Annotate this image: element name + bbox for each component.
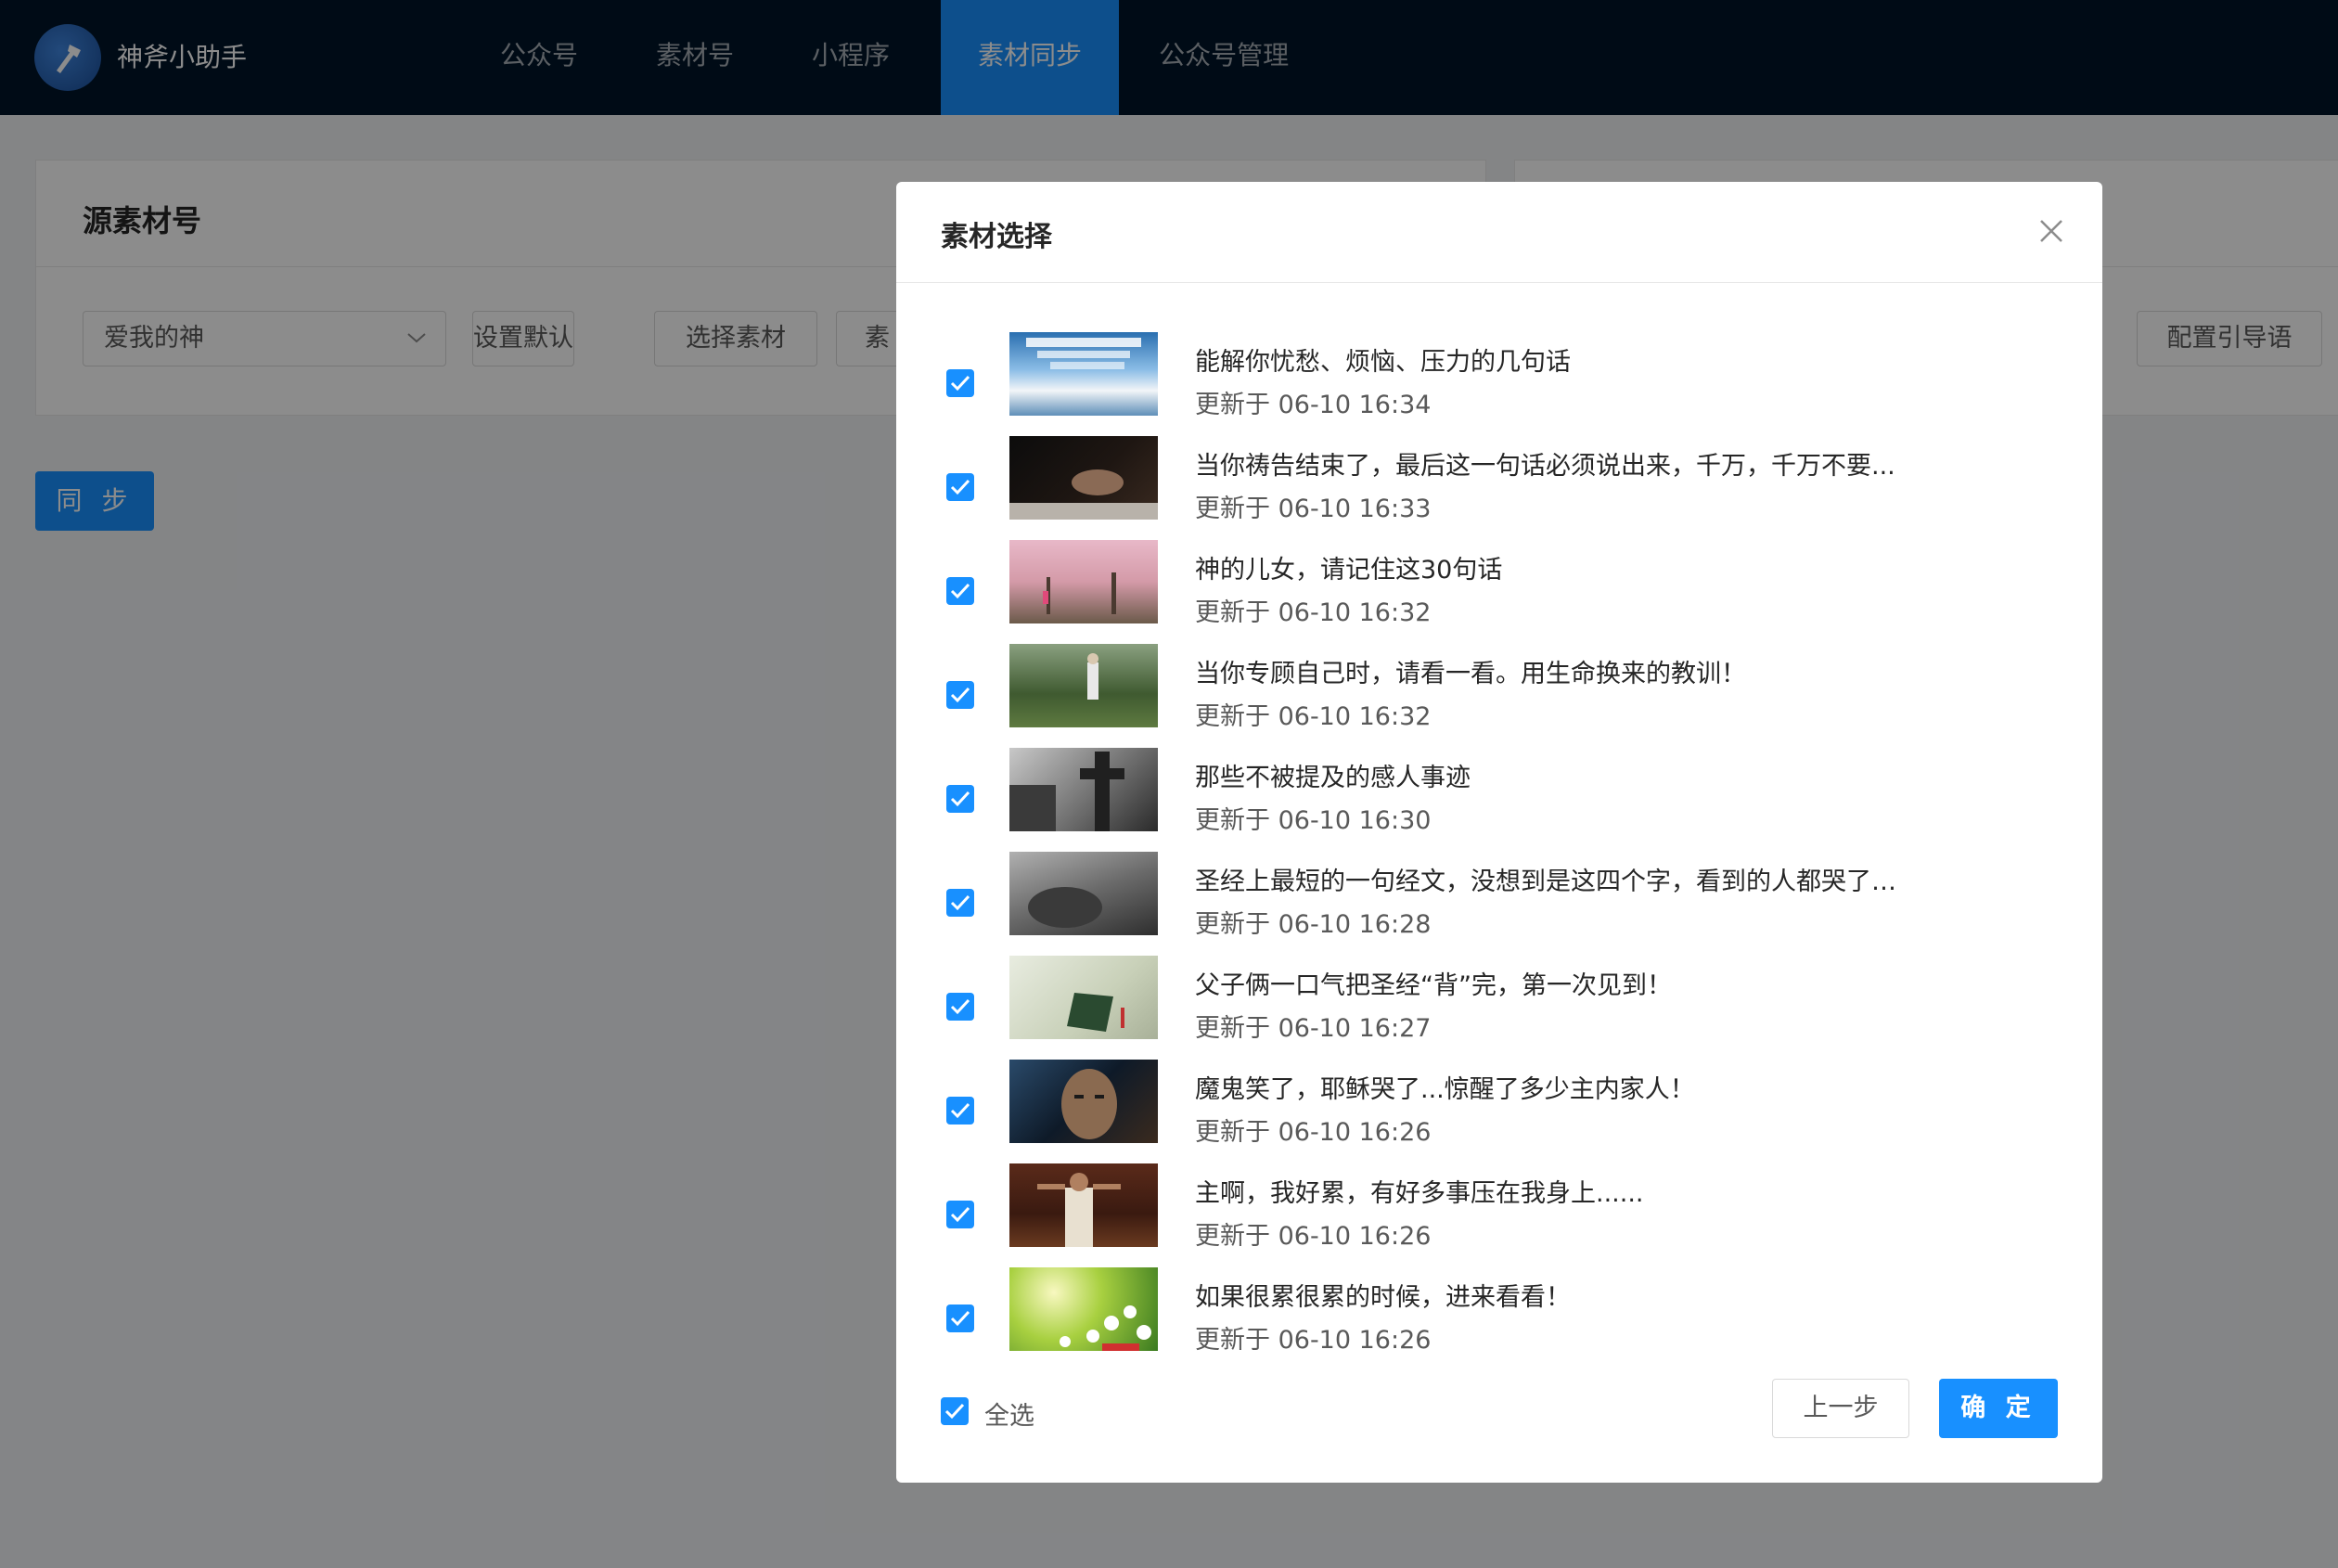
item-time: 更新于 06-10 16:26 bbox=[1195, 1118, 1432, 1147]
select-all-checkbox[interactable] bbox=[941, 1397, 969, 1425]
item-time: 更新于 06-10 16:26 bbox=[1195, 1222, 1432, 1251]
material-select-modal: 素材选择 能解你忧愁、烦恼、压力的几句话 更新于 06-10 16:34 当你祷… bbox=[896, 182, 2102, 1483]
list-item[interactable]: 魔鬼笑了，耶稣哭了...惊醒了多少主内家人！ 更新于 06-10 16:26 bbox=[896, 1058, 2102, 1162]
item-time: 更新于 06-10 16:27 bbox=[1195, 1014, 1432, 1043]
item-time: 更新于 06-10 16:26 bbox=[1195, 1326, 1432, 1355]
item-checkbox[interactable] bbox=[946, 1305, 974, 1332]
item-time: 更新于 06-10 16:32 bbox=[1195, 702, 1432, 731]
item-checkbox[interactable] bbox=[946, 889, 974, 917]
grey-photo-thumbnail bbox=[1009, 852, 1158, 935]
face-thumbnail bbox=[1009, 1060, 1158, 1143]
bible-thumbnail bbox=[1009, 956, 1158, 1039]
item-time: 更新于 06-10 16:34 bbox=[1195, 391, 1432, 419]
item-title: 如果很累很累的时候，进来看看！ bbox=[1195, 1283, 1571, 1312]
list-item[interactable]: 当你专顾自己时，请看一看。用生命换来的教训！ 更新于 06-10 16:32 bbox=[896, 642, 2102, 746]
cherry-blossom-thumbnail bbox=[1009, 540, 1158, 623]
item-title: 能解你忧愁、烦恼、压力的几句话 bbox=[1195, 348, 1571, 377]
item-checkbox[interactable] bbox=[946, 1201, 974, 1228]
item-title: 那些不被提及的感人事迹 bbox=[1195, 764, 1471, 792]
item-checkbox[interactable] bbox=[946, 993, 974, 1021]
list-item[interactable]: 如果很累很累的时候，进来看看！ 更新于 06-10 16:26 bbox=[896, 1266, 2102, 1369]
item-checkbox[interactable] bbox=[946, 1097, 974, 1125]
item-title: 当你祷告结束了，最后这一句话必须说出来，千万，千万不要... bbox=[1195, 452, 1895, 481]
prev-step-button[interactable]: 上一步 bbox=[1772, 1379, 1909, 1438]
list-item[interactable]: 能解你忧愁、烦恼、压力的几句话 更新于 06-10 16:34 bbox=[896, 330, 2102, 434]
item-time: 更新于 06-10 16:32 bbox=[1195, 598, 1432, 627]
modal-header: 素材选择 bbox=[896, 182, 2102, 283]
item-title: 当你专顾自己时，请看一看。用生命换来的教训！ bbox=[1195, 660, 1746, 688]
jesus-painting-thumbnail bbox=[1009, 1163, 1158, 1247]
cross-building-thumbnail bbox=[1009, 748, 1158, 831]
list-item[interactable]: 圣经上最短的一句经文，没想到是这四个字，看到的人都哭了… 更新于 06-10 1… bbox=[896, 850, 2102, 954]
item-title: 魔鬼笑了，耶稣哭了...惊醒了多少主内家人！ bbox=[1195, 1075, 1695, 1104]
list-item[interactable]: 父子俩一口气把圣经“背”完，第一次见到！ 更新于 06-10 16:27 bbox=[896, 954, 2102, 1058]
select-all-label[interactable]: 全选 bbox=[984, 1395, 1034, 1432]
sky-thumbnail bbox=[1009, 332, 1158, 416]
item-title: 父子俩一口气把圣经“背”完，第一次见到！ bbox=[1195, 971, 1672, 1000]
modal-title: 素材选择 bbox=[941, 221, 1052, 253]
material-list: 能解你忧愁、烦恼、压力的几句话 更新于 06-10 16:34 当你祷告结束了，… bbox=[896, 330, 2102, 1369]
close-icon[interactable] bbox=[2037, 217, 2065, 245]
confirm-button[interactable]: 确 定 bbox=[1939, 1379, 2058, 1438]
item-title: 神的儿女，请记住这30句话 bbox=[1195, 556, 1503, 585]
item-checkbox[interactable] bbox=[946, 785, 974, 813]
item-title: 圣经上最短的一句经文，没想到是这四个字，看到的人都哭了… bbox=[1195, 868, 1896, 896]
item-time: 更新于 06-10 16:28 bbox=[1195, 910, 1432, 939]
list-item[interactable]: 神的儿女，请记住这30句话 更新于 06-10 16:32 bbox=[896, 538, 2102, 642]
list-item[interactable]: 那些不被提及的感人事迹 更新于 06-10 16:30 bbox=[896, 746, 2102, 850]
forest-thumbnail bbox=[1009, 644, 1158, 727]
item-checkbox[interactable] bbox=[946, 369, 974, 397]
item-checkbox[interactable] bbox=[946, 681, 974, 709]
item-time: 更新于 06-10 16:30 bbox=[1195, 806, 1432, 835]
list-item[interactable]: 当你祷告结束了，最后这一句话必须说出来，千万，千万不要... 更新于 06-10… bbox=[896, 434, 2102, 538]
praying-hands-thumbnail bbox=[1009, 436, 1158, 520]
daisy-flowers-thumbnail bbox=[1009, 1267, 1158, 1351]
item-checkbox[interactable] bbox=[946, 577, 974, 605]
list-item[interactable]: 主啊，我好累，有好多事压在我身上...... 更新于 06-10 16:26 bbox=[896, 1162, 2102, 1266]
item-title: 主啊，我好累，有好多事压在我身上...... bbox=[1195, 1179, 1644, 1208]
item-time: 更新于 06-10 16:33 bbox=[1195, 495, 1432, 523]
item-checkbox[interactable] bbox=[946, 473, 974, 501]
